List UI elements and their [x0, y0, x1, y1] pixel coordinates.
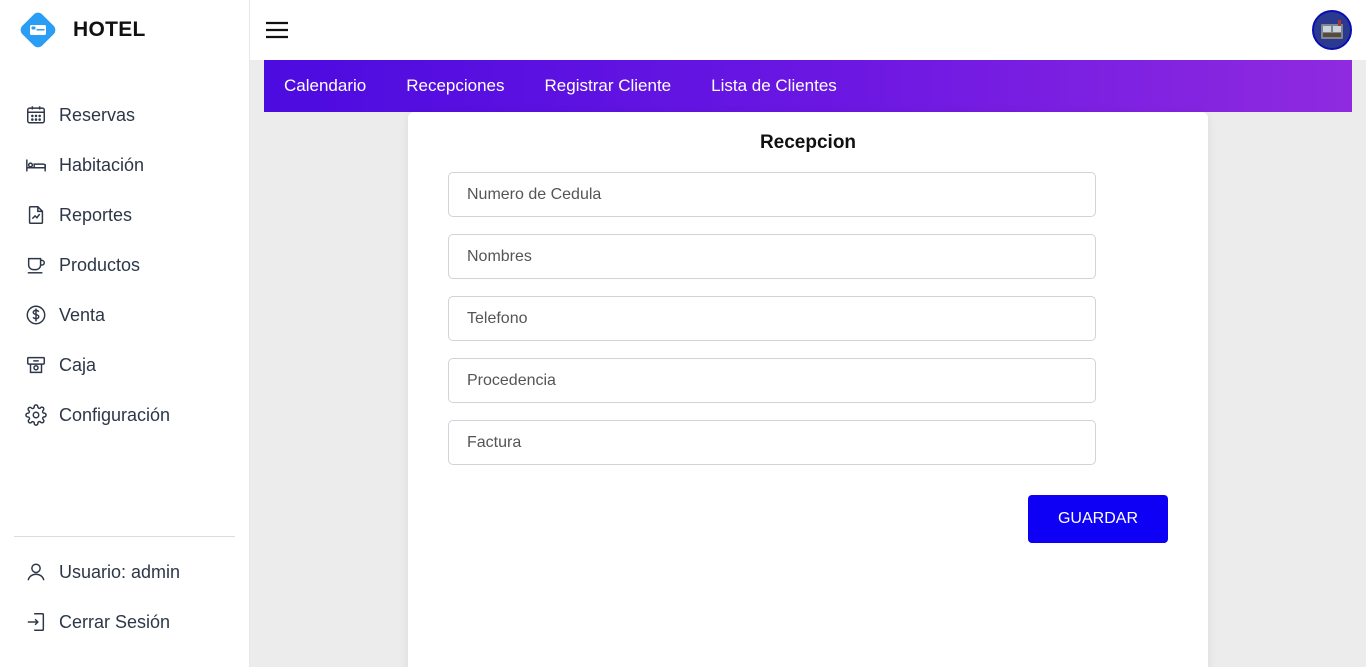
sidebar-item-cerrar-sesion[interactable]: Cerrar Sesión — [14, 597, 236, 647]
brand-name: HOTEL — [73, 18, 146, 41]
tab-registrar-cliente[interactable]: Registrar Cliente — [545, 76, 672, 96]
cash-register-icon — [24, 353, 48, 377]
user-icon — [24, 560, 48, 584]
sidebar-item-caja[interactable]: Caja — [14, 340, 236, 390]
hotel-bed-icon — [18, 10, 58, 50]
sidebar-bottom-nav: Usuario: admin Cerrar Sesión — [14, 547, 236, 647]
brand[interactable]: HOTEL — [18, 10, 146, 50]
sidebar-item-reportes[interactable]: Reportes — [14, 190, 236, 240]
report-file-icon — [24, 203, 48, 227]
sidebar-item-label: Cerrar Sesión — [59, 611, 171, 632]
dollar-circle-icon — [24, 303, 48, 327]
sub-navigation: Calendario Recepciones Registrar Cliente… — [264, 60, 1352, 112]
logout-icon — [24, 610, 48, 634]
sidebar-item-label: Usuario: admin — [59, 561, 181, 582]
sidebar-item-venta[interactable]: Venta — [14, 290, 236, 340]
sidebar-item-label: Reportes — [59, 204, 133, 225]
cedula-input[interactable] — [448, 172, 1096, 217]
sidebar-item-label: Habitación — [59, 154, 145, 175]
reception-form-card: Recepcion GUARDAR — [408, 112, 1208, 667]
factura-input[interactable] — [448, 420, 1096, 465]
sidebar-item-productos[interactable]: Productos — [14, 240, 236, 290]
tab-lista-de-clientes[interactable]: Lista de Clientes — [711, 76, 837, 96]
user-avatar-icon[interactable] — [1312, 10, 1352, 50]
sidebar: HOTEL Reservas Habitación Reportes Produ… — [0, 0, 250, 667]
sidebar-item-habitacion[interactable]: Habitación — [14, 140, 236, 190]
sidebar-item-usuario[interactable]: Usuario: admin — [14, 547, 236, 597]
nombres-input[interactable] — [448, 234, 1096, 279]
calendar-icon — [24, 103, 48, 127]
top-bar — [250, 0, 1366, 60]
sidebar-item-configuracion[interactable]: Configuración — [14, 390, 236, 440]
hamburger-menu-icon[interactable] — [265, 18, 289, 42]
gear-icon — [24, 403, 48, 427]
telefono-input[interactable] — [448, 296, 1096, 341]
sidebar-item-label: Caja — [59, 354, 97, 375]
sidebar-nav: Reservas Habitación Reportes Productos V… — [14, 90, 236, 440]
sidebar-item-label: Venta — [59, 304, 106, 325]
coffee-cup-icon — [24, 253, 48, 277]
sidebar-item-label: Configuración — [59, 404, 171, 425]
bed-icon — [24, 153, 48, 177]
sidebar-item-reservas[interactable]: Reservas — [14, 90, 236, 140]
save-button[interactable]: GUARDAR — [1028, 495, 1168, 543]
sidebar-divider — [14, 536, 235, 537]
form-title: Recepcion — [759, 132, 857, 153]
sidebar-item-label: Productos — [59, 254, 141, 275]
tab-calendario[interactable]: Calendario — [284, 76, 366, 96]
sidebar-item-label: Reservas — [59, 104, 136, 125]
tab-recepciones[interactable]: Recepciones — [406, 76, 504, 96]
procedencia-input[interactable] — [448, 358, 1096, 403]
